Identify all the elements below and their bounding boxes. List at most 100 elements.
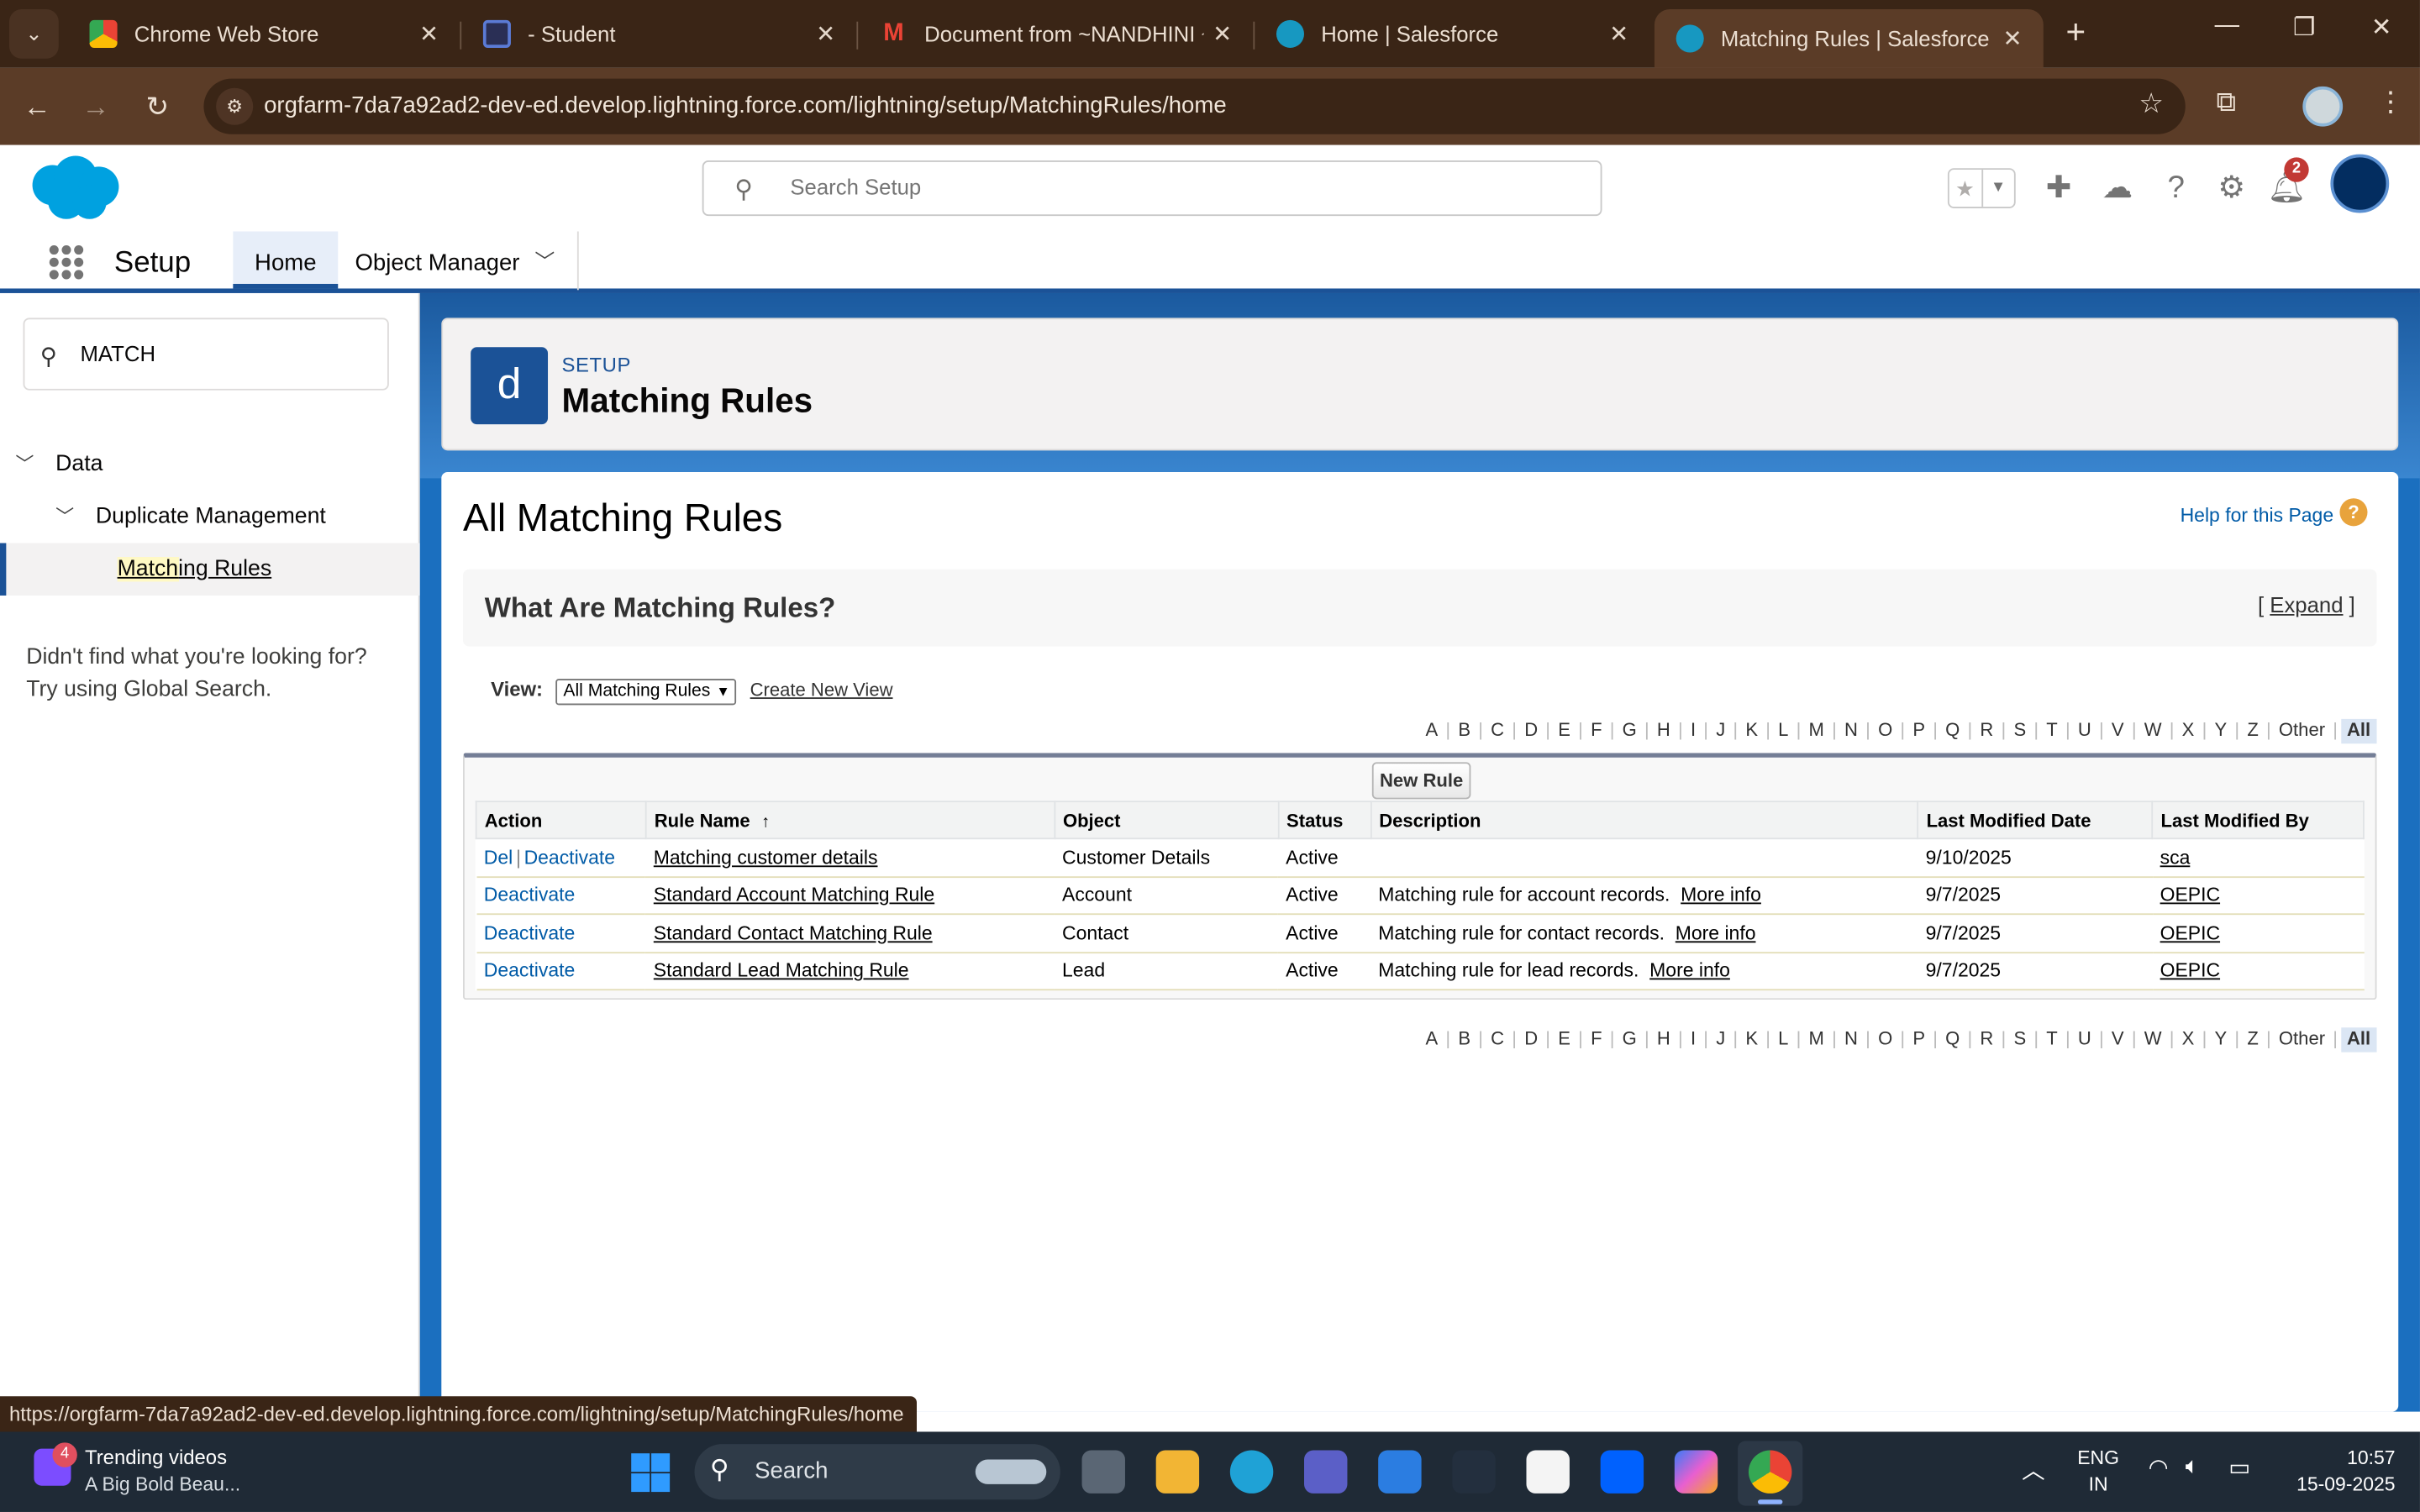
alphabet-filter-s[interactable]: S	[2009, 719, 2031, 743]
trailhead-guidance-icon[interactable]: ☁	[2099, 170, 2136, 207]
close-tab-icon[interactable]: ✕	[808, 20, 844, 48]
windows-start-icon[interactable]	[631, 1453, 671, 1493]
alphabet-filter-a[interactable]: A	[1421, 719, 1443, 743]
alphabet-filter-r[interactable]: R	[1975, 1027, 1998, 1052]
close-tab-icon[interactable]: ✕	[411, 20, 448, 48]
alphabet-filter-h[interactable]: H	[1652, 719, 1675, 743]
address-bar[interactable]: ⚙ orgfarm-7da7a92ad2-dev-ed.develop.ligh…	[203, 78, 2186, 134]
new-rule-button[interactable]: New Rule	[1371, 762, 1471, 800]
volume-icon[interactable]: 🔈︎	[2186, 1453, 2200, 1479]
alphabet-filter-v[interactable]: V	[2107, 1027, 2128, 1052]
alphabet-filter-q[interactable]: Q	[1941, 1027, 1965, 1052]
copilot-icon[interactable]	[1674, 1450, 1718, 1494]
alphabet-filter-s[interactable]: S	[2009, 1027, 2031, 1052]
alphabet-filter-j[interactable]: J	[1712, 719, 1730, 743]
alphabet-filter-n[interactable]: N	[1840, 719, 1863, 743]
alphabet-filter-u[interactable]: U	[2073, 1027, 2096, 1052]
alphabet-filter-r[interactable]: R	[1975, 719, 1998, 743]
setup-gear-icon[interactable]: ⚙	[2213, 170, 2250, 207]
alphabet-filter-z[interactable]: Z	[2243, 1027, 2264, 1052]
alphabet-filter-o[interactable]: O	[1874, 719, 1897, 743]
deactivate-link[interactable]: Deactivate	[524, 847, 615, 869]
alphabet-filter-l[interactable]: L	[1774, 719, 1793, 743]
alphabet-filter-i[interactable]: I	[1686, 1027, 1700, 1052]
deactivate-link[interactable]: Deactivate	[484, 960, 575, 982]
help-for-page-link[interactable]: Help for this Page	[2181, 505, 2333, 527]
user-link[interactable]: OEPIC	[2160, 885, 2220, 906]
alphabet-filter-t[interactable]: T	[2042, 719, 2063, 743]
minimize-window-icon[interactable]: —	[2204, 13, 2250, 40]
alphabet-filter-z[interactable]: Z	[2243, 719, 2264, 743]
alphabet-filter-e[interactable]: E	[1554, 1027, 1576, 1052]
chevron-down-icon[interactable]: ﹀	[522, 244, 568, 281]
alphabet-filter-other[interactable]: Other	[2274, 719, 2329, 743]
restore-window-icon[interactable]: ❐	[2281, 13, 2328, 44]
alphabet-filter-a[interactable]: A	[1421, 1027, 1443, 1052]
back-arrow-icon[interactable]: ←	[17, 87, 57, 127]
user-link[interactable]: OEPIC	[2160, 922, 2220, 944]
alphabet-filter-w[interactable]: W	[2139, 719, 2166, 743]
salesforce-logo[interactable]	[24, 155, 124, 223]
edge-browser-icon[interactable]	[1229, 1450, 1274, 1494]
amazon-icon[interactable]	[1452, 1450, 1496, 1494]
column-header-rule-name[interactable]: Rule Name ↑	[644, 801, 1055, 840]
browser-tab-salesforce-home[interactable]: Home | Salesforce ✕	[1255, 0, 1649, 68]
chrome-icon[interactable]	[1748, 1450, 1792, 1494]
browser-tab-gmail[interactable]: M Document from ~NANDHINI ~ ✕	[858, 0, 1253, 68]
tree-item-link[interactable]: Matching Rules	[117, 557, 271, 581]
alphabet-filter-j[interactable]: J	[1712, 1027, 1730, 1052]
alphabet-filter-o[interactable]: O	[1874, 1027, 1897, 1052]
user-link[interactable]: OEPIC	[2160, 960, 2220, 982]
tree-item-matching-rules[interactable]: Matching Rules	[0, 543, 420, 596]
tree-item-data[interactable]: ﹀ Data	[0, 438, 420, 491]
chevron-down-icon[interactable]: ﹀	[15, 438, 39, 491]
create-new-view-link[interactable]: Create New View	[750, 679, 893, 701]
alphabet-filter-b[interactable]: B	[1454, 719, 1476, 743]
alphabet-filter-u[interactable]: U	[2073, 719, 2096, 743]
tab-home[interactable]: Home	[233, 231, 339, 289]
alphabet-filter-other[interactable]: Other	[2274, 1027, 2329, 1052]
task-view-icon[interactable]	[1081, 1450, 1125, 1494]
alphabet-filter-m[interactable]: M	[1804, 719, 1828, 743]
setup-search-input[interactable]	[790, 174, 1562, 199]
alphabet-filter-p[interactable]: P	[1908, 719, 1930, 743]
deactivate-link[interactable]: Deactivate	[484, 922, 575, 944]
alphabet-filter-y[interactable]: Y	[2210, 719, 2232, 743]
rule-name-link[interactable]: Standard Lead Matching Rule	[654, 960, 909, 982]
show-hidden-icons-chevron-icon[interactable]: ︿	[2022, 1453, 2045, 1486]
app-launcher-waffle-icon[interactable]	[49, 245, 84, 280]
help-question-icon[interactable]: ?	[2158, 170, 2195, 207]
quick-find-box[interactable]: ⚲	[23, 318, 389, 391]
browser-menu-kebab-icon[interactable]: ⋮	[2377, 87, 2405, 119]
alphabet-filter-i[interactable]: I	[1686, 719, 1700, 743]
more-info-link[interactable]: More info	[1649, 960, 1730, 982]
system-clock[interactable]: 10:57 15-09-2025	[2284, 1446, 2395, 1498]
rule-name-link[interactable]: Standard Account Matching Rule	[654, 885, 934, 906]
close-window-icon[interactable]: ✕	[2358, 13, 2404, 44]
delete-link[interactable]: Del	[484, 847, 513, 869]
extensions-puzzle-icon[interactable]: ⧉	[2217, 87, 2237, 119]
taskbar-search-box[interactable]: ⚲ Search	[694, 1444, 1060, 1500]
alphabet-filter-b[interactable]: B	[1454, 1027, 1476, 1052]
widgets-title[interactable]: Trending videos	[85, 1446, 227, 1469]
close-tab-icon[interactable]: ✕	[1204, 20, 1241, 48]
alphabet-filter-d[interactable]: D	[1520, 1027, 1543, 1052]
bookmark-star-icon[interactable]: ☆	[2139, 88, 2164, 121]
alphabet-filter-t[interactable]: T	[2042, 1027, 2063, 1052]
alphabet-filter-h[interactable]: H	[1652, 1027, 1675, 1052]
alphabet-filter-k[interactable]: K	[1741, 1027, 1763, 1052]
file-explorer-icon[interactable]	[1155, 1450, 1200, 1494]
alphabet-filter-all[interactable]: All	[2340, 1027, 2377, 1053]
more-info-link[interactable]: More info	[1676, 922, 1756, 944]
battery-icon[interactable]: ▭	[2228, 1453, 2250, 1481]
column-header-last-modified-by[interactable]: Last Modified By	[2151, 801, 2365, 840]
wifi-icon[interactable]: ◠	[2149, 1453, 2169, 1481]
alphabet-filter-c[interactable]: C	[1486, 1027, 1509, 1052]
alphabet-filter-g[interactable]: G	[1618, 719, 1641, 743]
alphabet-filter-c[interactable]: C	[1486, 719, 1509, 743]
teams-icon[interactable]	[1304, 1450, 1348, 1494]
alphabet-filter-f[interactable]: F	[1586, 1027, 1607, 1052]
chevron-down-icon[interactable]: ﹀	[55, 491, 80, 543]
url-text[interactable]: orgfarm-7da7a92ad2-dev-ed.develop.lightn…	[264, 92, 1227, 118]
tab-search-chevron-icon[interactable]: ⌄	[9, 9, 59, 59]
